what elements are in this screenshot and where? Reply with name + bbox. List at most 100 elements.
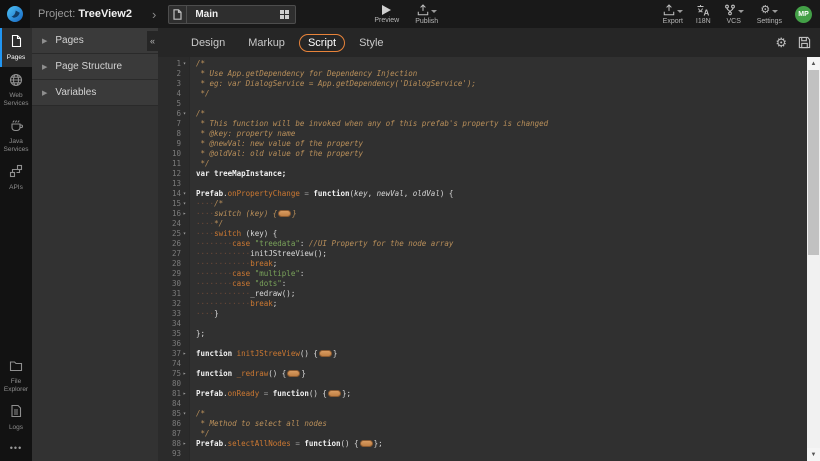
code-line[interactable]: ············break; [196,259,807,269]
gutter-line[interactable]: 25▾ [158,229,189,239]
code-line[interactable]: ····switch (key) {} [196,209,807,219]
code-line[interactable] [196,449,807,459]
gutter-line[interactable]: 15▾ [158,199,189,209]
editor-scrollbar[interactable]: ▲ ▼ [807,57,820,461]
fold-open-icon[interactable]: ▾ [181,409,188,419]
scrollbar-up-arrow[interactable]: ▲ [807,57,820,70]
panel-section-page-structure[interactable]: ▶Page Structure [32,54,158,80]
fold-closed-icon[interactable]: ▸ [181,349,188,359]
code-line[interactable]: /* [196,59,807,69]
code-line[interactable]: Prefab.onPropertyChange = function(key, … [196,189,807,199]
code-line[interactable]: * @key: property name [196,129,807,139]
code-line[interactable]: ····*/ [196,219,807,229]
code-line[interactable]: }; [196,329,807,339]
code-line[interactable]: */ [196,89,807,99]
save-icon[interactable] [798,36,811,49]
gutter-line[interactable]: 75▸ [158,369,189,379]
fold-open-icon[interactable]: ▾ [181,229,188,239]
scrollbar-thumb[interactable] [808,70,819,255]
code-line[interactable]: var treeMapInstance; [196,169,807,179]
fold-open-icon[interactable]: ▾ [181,109,188,119]
gutter-line[interactable]: 1▾ [158,59,189,69]
code-line[interactable]: ············_redraw(); [196,289,807,299]
code-line[interactable] [196,379,807,389]
settings-button[interactable]: ⚙ Settings [757,4,782,25]
code-fold-pill[interactable] [319,350,332,357]
code-line[interactable] [196,339,807,349]
code-line[interactable]: /* [196,409,807,419]
code-line[interactable]: ············break; [196,299,807,309]
code-line[interactable]: Prefab.onReady = function() {}; [196,389,807,399]
tab-script[interactable]: Script [299,34,345,52]
panel-section-variables[interactable]: ▶Variables [32,80,158,106]
script-settings-gear-icon[interactable]: ⚙ [775,36,787,49]
sidebar-item-web-services[interactable]: Web Services [0,67,32,113]
gutter-line[interactable]: 14▾ [158,189,189,199]
editor-code-area[interactable]: /* * Use App.getDependency for Dependenc… [190,57,807,461]
code-line[interactable]: Prefab.selectAllNodes = function() {}; [196,439,807,449]
code-line[interactable]: ····/* [196,199,807,209]
code-line[interactable] [196,179,807,189]
app-logo[interactable] [0,0,30,28]
gutter-line: 84 [158,399,189,409]
code-line[interactable] [196,319,807,329]
code-line[interactable]: ····} [196,309,807,319]
code-line[interactable]: ········case "treedata": //UI Property f… [196,239,807,249]
fold-closed-icon[interactable]: ▸ [181,389,188,399]
tab-style[interactable]: Style [350,34,392,52]
gutter-line[interactable]: 85▾ [158,409,189,419]
code-line[interactable]: ········case "dots": [196,279,807,289]
code-line[interactable] [196,399,807,409]
publish-button[interactable]: Publish [415,4,438,25]
code-line[interactable]: function _redraw() {} [196,369,807,379]
code-line[interactable]: */ [196,159,807,169]
code-line[interactable]: * eg: var DialogService = App.getDepende… [196,79,807,89]
fold-closed-icon[interactable]: ▸ [181,209,188,219]
code-fold-pill[interactable] [287,370,300,377]
code-line[interactable]: function initJStreeView() {} [196,349,807,359]
page-selector[interactable]: Main [168,5,296,24]
more-options-button[interactable]: ••• [0,437,32,461]
code-line[interactable]: * @newVal: new value of the property [196,139,807,149]
code-line[interactable]: ····switch (key) { [196,229,807,239]
code-line[interactable]: * Method to select all nodes [196,419,807,429]
gutter-line[interactable]: 88▸ [158,439,189,449]
code-line[interactable]: */ [196,429,807,439]
vcs-button[interactable]: VCS [724,4,744,25]
i18n-button[interactable]: A I18N [696,4,711,25]
code-line[interactable]: * This function will be invoked when any… [196,119,807,129]
code-line[interactable] [196,359,807,369]
code-line[interactable] [196,99,807,109]
fold-open-icon[interactable]: ▾ [181,189,188,199]
gutter-line[interactable]: 6▾ [158,109,189,119]
fold-open-icon[interactable]: ▾ [181,199,188,209]
tab-markup[interactable]: Markup [239,34,294,52]
tab-design[interactable]: Design [182,34,234,52]
code-line[interactable]: * Use App.getDependency for Dependency I… [196,69,807,79]
code-fold-pill[interactable] [328,390,341,397]
code-fold-pill[interactable] [278,210,291,217]
sidebar-item-apis[interactable]: APIs [0,158,32,197]
preview-button[interactable]: Preview [374,5,399,24]
code-line[interactable]: ········case "multiple": [196,269,807,279]
fold-open-icon[interactable]: ▾ [181,59,188,69]
collapse-panel-button[interactable]: « [147,31,158,51]
code-fold-pill[interactable] [360,440,373,447]
user-avatar[interactable]: MP [795,6,812,23]
code-line[interactable]: /* [196,109,807,119]
fold-closed-icon[interactable]: ▸ [181,369,188,379]
fold-closed-icon[interactable]: ▸ [181,439,188,449]
gutter-line[interactable]: 16▸ [158,209,189,219]
sidebar-item-java-services[interactable]: Java Services [0,113,32,158]
scrollbar-down-arrow[interactable]: ▼ [807,448,820,461]
gutter-line[interactable]: 37▸ [158,349,189,359]
sidebar-item-file-explorer[interactable]: File Explorer [0,354,32,398]
sidebar-item-logs[interactable]: Logs [0,398,32,437]
gutter-line[interactable]: 81▸ [158,389,189,399]
export-button[interactable]: Export [663,4,683,25]
code-line[interactable]: ············initJStreeView(); [196,249,807,259]
panel-section-pages[interactable]: ▶Pages« [32,28,158,54]
sidebar-item-pages[interactable]: Pages [0,28,32,67]
code-line[interactable]: * @oldVal: old value of the property [196,149,807,159]
page-grid-icon[interactable] [280,10,289,19]
